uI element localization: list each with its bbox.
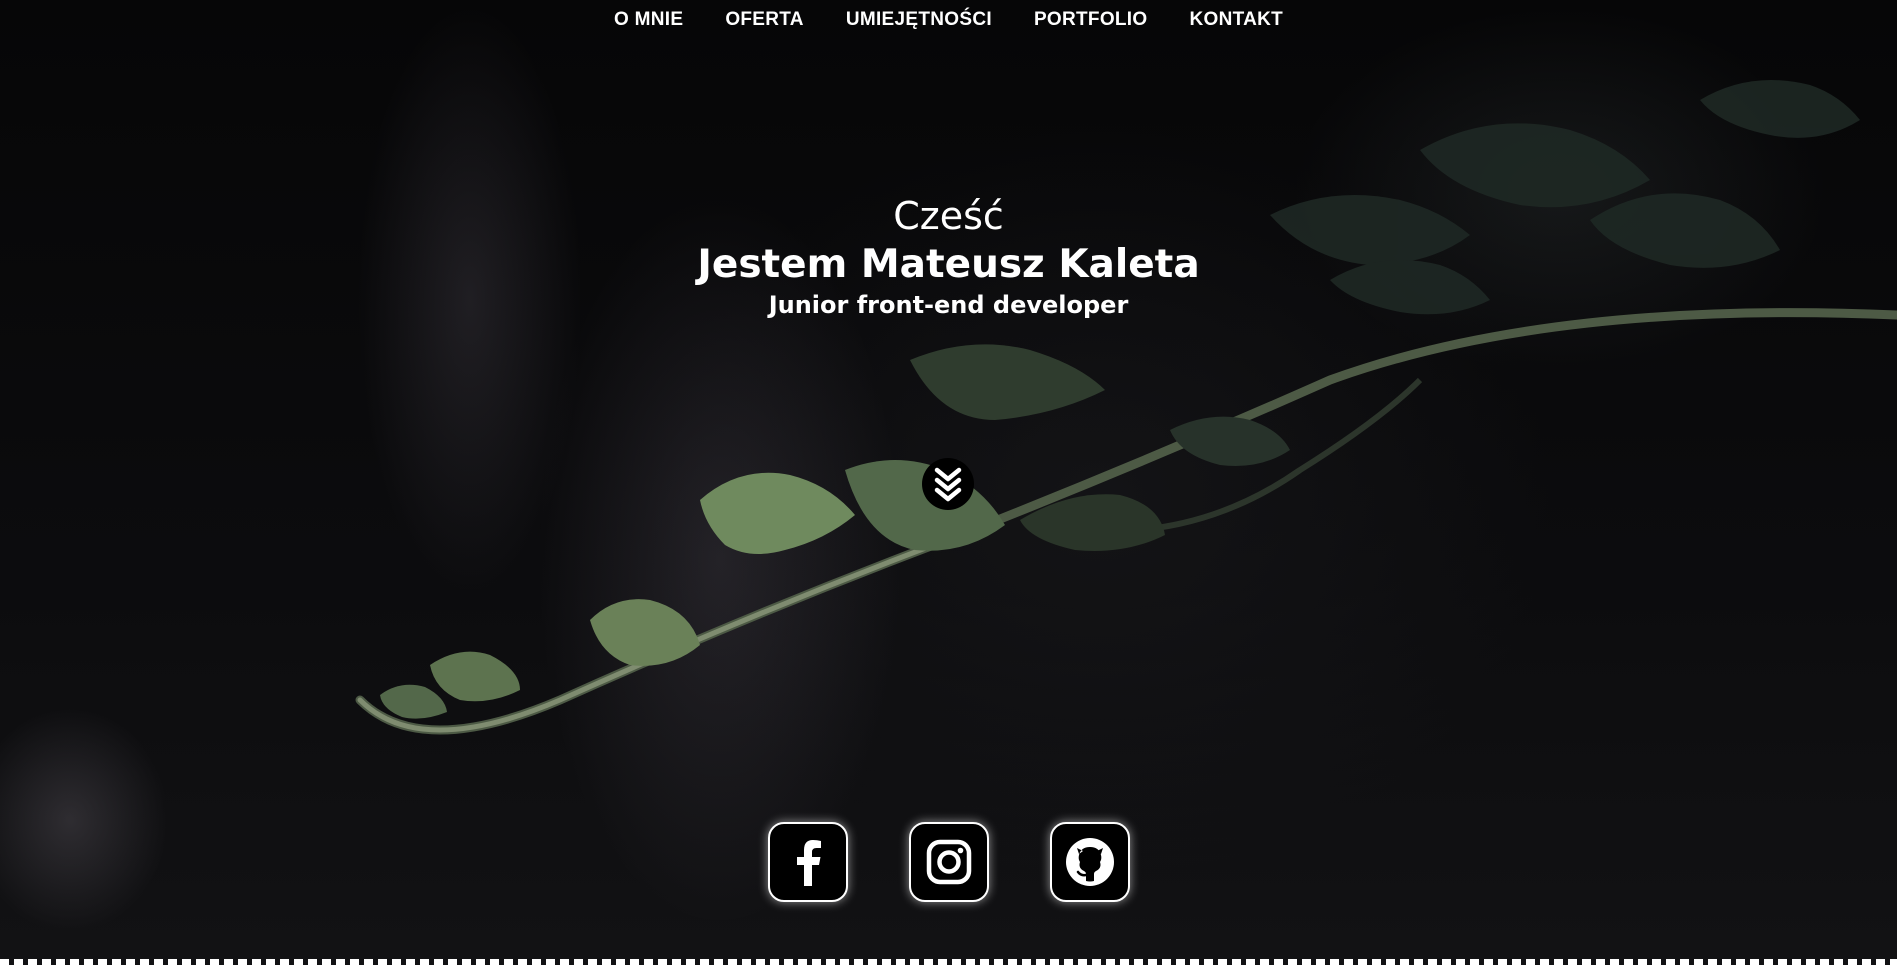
hero-role: Junior front-end developer (768, 291, 1129, 319)
social-links (0, 822, 1897, 902)
main-nav: O MNIE OFERTA UMIEJĘTNOŚCI PORTFOLIO KON… (0, 0, 1897, 40)
section-divider (0, 959, 1897, 965)
hero-name: Jestem Mateusz Kaleta (697, 242, 1200, 287)
nav-item-portfolio[interactable]: PORTFOLIO (1013, 0, 1169, 40)
nav-item-oferta[interactable]: OFERTA (704, 0, 825, 40)
nav-item-o-mnie[interactable]: O MNIE (593, 0, 704, 40)
nav-item-umiejetnosci[interactable]: UMIEJĘTNOŚCI (825, 0, 1013, 40)
intro-block: Cześć Jestem Mateusz Kaleta Junior front… (0, 190, 1897, 322)
instagram-icon (926, 839, 971, 885)
github-icon (1065, 838, 1114, 886)
instagram-link[interactable] (908, 822, 989, 902)
github-link[interactable] (1049, 822, 1130, 902)
greeting-text: Cześć (893, 194, 1004, 238)
scroll-down-button[interactable] (922, 458, 974, 510)
facebook-icon (796, 840, 821, 886)
double-chevron-down-icon (934, 467, 962, 502)
nav-item-kontakt[interactable]: KONTAKT (1168, 0, 1304, 40)
hero-section: O MNIE OFERTA UMIEJĘTNOŚCI PORTFOLIO KON… (0, 0, 1897, 965)
facebook-link[interactable] (767, 822, 848, 902)
